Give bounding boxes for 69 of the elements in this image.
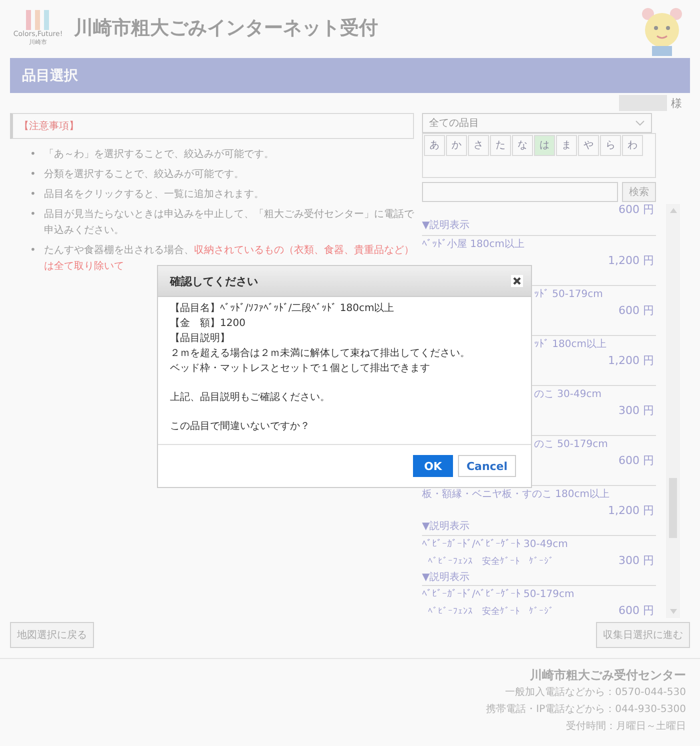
bullet: •	[30, 168, 36, 182]
item-name-link[interactable]: ﾍﾞﾋﾞｰｶﾞｰﾄﾞ/ﾍﾞﾋﾞｰｹﾞｰﾄ 50-179cm	[422, 588, 656, 602]
dialog-title: 確認してください	[170, 274, 258, 288]
dialog-text-line: 【品目説明】	[170, 332, 231, 346]
ok-button[interactable]: OK	[413, 455, 453, 477]
kana-tab[interactable]: な	[512, 134, 533, 156]
kana-tab[interactable]: や	[578, 134, 599, 156]
kana-tab[interactable]: は	[534, 134, 555, 156]
bullet: •	[30, 244, 36, 258]
back-button[interactable]: 地図選択に戻る	[10, 622, 94, 648]
item-price: 1,200 円	[608, 503, 654, 519]
scrollbar[interactable]	[666, 204, 680, 618]
item-price: 1,200 円	[608, 353, 654, 369]
bullet: •	[30, 208, 36, 222]
notice-item: 分類を選択することで、絞込みが可能です。	[44, 168, 244, 182]
kana-tab[interactable]: た	[490, 134, 511, 156]
footer-text: 携帯電話・IP電話などから：044-930-5300	[486, 702, 686, 717]
item-aliases: ﾍﾞﾋﾞｰﾌｪﾝｽ 安全ｹﾞｰﾄ ｹﾞｰｼﾞ	[428, 606, 554, 618]
next-button[interactable]: 収集日選択に進む	[596, 622, 690, 648]
scroll-up-icon[interactable]	[670, 208, 676, 213]
notice-item: たんすや食器棚を出される場合、収納されているもの（衣類、食器、貴重品など）は全て取り除いて	[44, 244, 414, 274]
kana-tab[interactable]: ま	[556, 134, 577, 156]
item-price: 300 円	[618, 553, 654, 569]
footer-text: 受付時間：月曜日～土曜日	[566, 720, 686, 734]
item-price: 600 円	[618, 453, 654, 469]
bullet: •	[30, 148, 36, 162]
dialog-text-line: ベッド枠・マットレスとセットで１個として排出できます	[170, 362, 431, 376]
section-title: 品目選択	[22, 66, 78, 84]
bullet: •	[30, 188, 36, 202]
close-icon[interactable]	[511, 275, 523, 287]
footer-text: 川崎市粗大ごみ受付センター	[530, 667, 686, 684]
notice-heading: 【注意事項】	[19, 121, 79, 132]
kana-tab[interactable]: あ	[424, 134, 445, 156]
show-description-link[interactable]: ▼説明表示	[422, 571, 656, 585]
item-price: 600 円	[618, 603, 654, 618]
search-field[interactable]	[422, 182, 618, 202]
honorific-text: 様	[671, 96, 682, 110]
cancel-button[interactable]: Cancel	[458, 455, 516, 477]
dialog-text-line: 【金 額】1200	[170, 316, 246, 331]
kana-tab[interactable]: さ	[468, 134, 489, 156]
dialog-text-line: 上記、品目説明もご確認ください。	[170, 390, 331, 405]
item-aliases: ﾍﾞﾋﾞｰﾌｪﾝｽ 安全ｹﾞｰﾄ ｹﾞｰｼﾞ	[428, 556, 554, 569]
item-price: 1,200 円	[608, 253, 654, 269]
category-dropdown[interactable]: 全ての品目	[422, 113, 652, 133]
show-description-link[interactable]: ▼説明表示	[422, 219, 656, 233]
item-price: 600 円	[618, 204, 654, 218]
item-name-link[interactable]: 板・額縁・ベニヤ板・すのこ 180cm以上	[422, 488, 656, 502]
dialog-text-line: この品目で間違いないですか？	[170, 420, 311, 434]
bars-logo-icon	[25, 10, 51, 30]
item-price: 300 円	[618, 403, 654, 419]
kana-tab[interactable]: か	[446, 134, 467, 156]
notice-item: 品目が見当たらないときは申込みを中止して、「粗大ごみ受付センター」に電話で申込みください。	[44, 208, 414, 238]
dialog-text-line: 【品目名】ﾍﾞｯﾄﾞ/ｿﾌｧﾍﾞｯﾄﾞ/二段ﾍﾞｯﾄﾞ 180cm以上	[170, 302, 396, 316]
chevron-down-icon	[635, 120, 645, 126]
dialog-text-line: ２ｍを超える場合は２ｍ未満に解体して束ねて排出してください。	[170, 346, 471, 361]
search-button[interactable]: 検索	[622, 182, 656, 202]
scroll-down-icon[interactable]	[670, 609, 676, 614]
notice-item: 「あ～わ」を選択することで、絞込みが可能です。	[44, 148, 274, 162]
kana-tab[interactable]: わ	[622, 134, 643, 156]
site-title: 川崎市粗大ごみインターネット受付	[74, 16, 379, 41]
mascot-drawing	[640, 6, 684, 56]
item-price: 600 円	[618, 303, 654, 319]
item-name-link[interactable]: ﾍﾞﾋﾞｰｶﾞｰﾄﾞ/ﾍﾞﾋﾞｰｹﾞｰﾄ 30-49cm	[422, 538, 656, 552]
footer-text: 一般加入電話などから：0570-044-530	[505, 686, 686, 700]
scroll-thumb[interactable]	[669, 478, 677, 538]
item-name-link[interactable]: ﾍﾞｯﾄﾞ小屋 180cm以上	[422, 238, 656, 252]
kana-tab[interactable]: ら	[600, 134, 621, 156]
notice-item: 品目名をクリックすると、一覧に追加されます。	[44, 188, 264, 202]
show-description-link[interactable]: ▼説明表示	[422, 520, 656, 534]
